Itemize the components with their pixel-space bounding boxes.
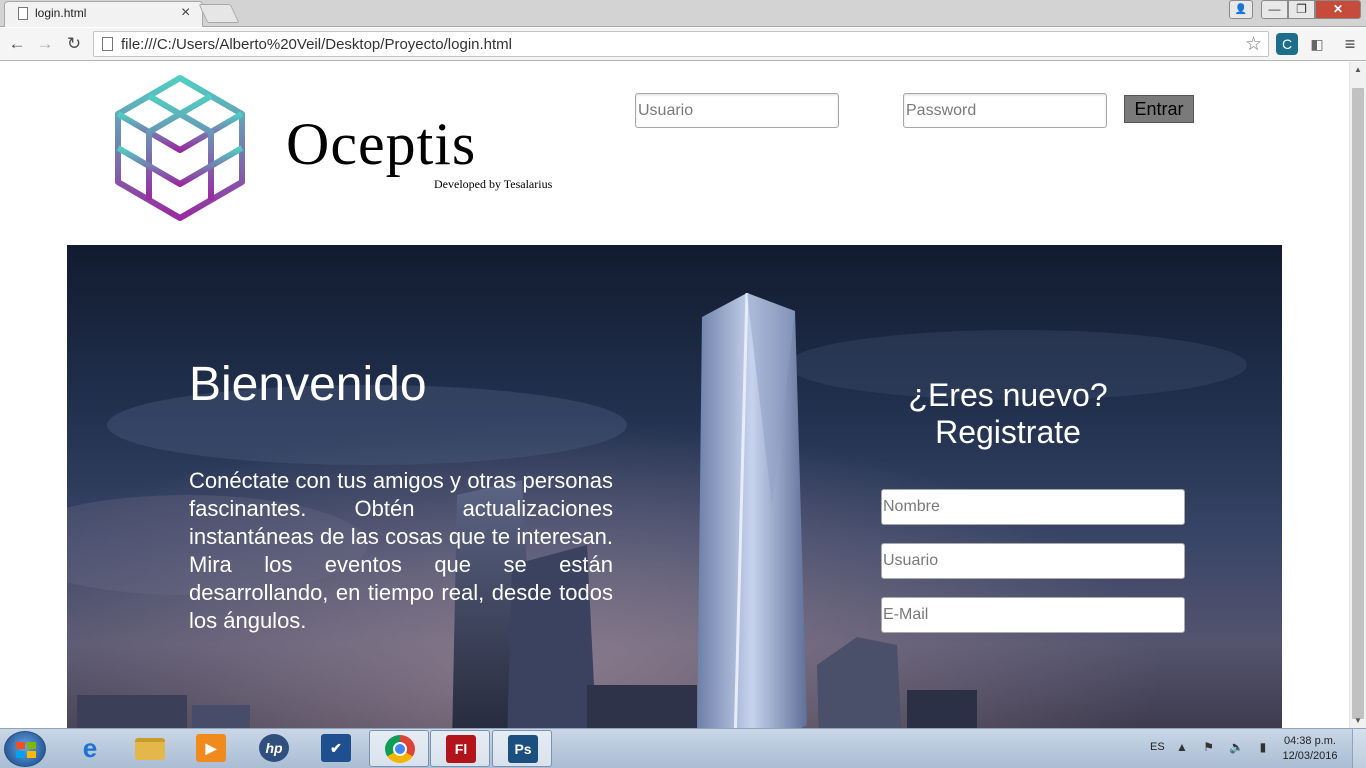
close-window-button[interactable]: ✕	[1315, 0, 1361, 19]
browser-menu-icon[interactable]: ≡	[1340, 32, 1360, 56]
screen: login.html × 👤 — ❐ ✕ ← → ↻ file:///C:/Us…	[0, 0, 1366, 768]
welcome-text: Conéctate con tus amigos y otras persona…	[189, 468, 613, 633]
extension-puzzle-icon[interactable]: ◧	[1307, 34, 1327, 54]
back-icon[interactable]: ←	[5, 33, 29, 55]
hero-banner: Bienvenido Conéctate con tus amigos y ot…	[67, 245, 1282, 728]
scroll-thumb[interactable]	[1352, 88, 1364, 719]
minimize-button[interactable]: —	[1261, 0, 1288, 19]
page-icon	[102, 37, 113, 51]
hp-icon: hp	[259, 734, 289, 762]
scroll-up-icon[interactable]: ▲	[1354, 65, 1362, 74]
register-email-input[interactable]	[881, 597, 1185, 633]
browser-tab-active[interactable]: login.html ×	[4, 1, 203, 27]
taskbar-app-button[interactable]	[120, 730, 180, 767]
page-icon	[18, 7, 28, 20]
page-scrollbar[interactable]: ▲ ▼	[1349, 62, 1366, 728]
start-button[interactable]	[4, 731, 46, 767]
clock-date: 12/03/2016	[1282, 750, 1338, 762]
oceptis-logo	[115, 75, 245, 221]
extension-icon[interactable]: C	[1276, 33, 1298, 55]
clock-time: 04:38 p.m.	[1284, 735, 1336, 747]
system-tray-icons[interactable]: ▲ ⚑ 🔈 ▮	[1176, 740, 1272, 754]
windows-taskbar: e ▶ hp ✔ Fl Ps ES ▲ ⚑ 🔈 ▮ 04:38 p.m. 12/03/20…	[0, 728, 1366, 768]
brand-name: Oceptis	[286, 111, 477, 177]
reload-icon[interactable]: ↻	[62, 33, 86, 55]
taskbar-app-button[interactable]: Ps	[492, 730, 552, 767]
new-tab-button[interactable]	[198, 4, 240, 23]
flash-icon: Fl	[446, 735, 476, 763]
url-text[interactable]: file:///C:/Users/Alberto%20Veil/Desktop/…	[121, 36, 512, 53]
page-viewport: Oceptis Developed by Tesalarius Entrar	[0, 62, 1349, 728]
taskbar-app-button[interactable]	[369, 730, 429, 767]
taskbar-clock[interactable]: 04:38 p.m. 12/03/2016	[1278, 734, 1342, 764]
maximize-button[interactable]: ❐	[1288, 0, 1315, 19]
windows-logo-icon	[16, 742, 36, 758]
browser-tabstrip: login.html × 👤 — ❐ ✕	[0, 0, 1366, 27]
taskbar-app-button[interactable]: Fl	[430, 730, 490, 767]
tab-title: login.html	[35, 6, 87, 20]
address-bar[interactable]: file:///C:/Users/Alberto%20Veil/Desktop/…	[93, 31, 1269, 57]
forward-icon[interactable]: →	[33, 33, 57, 55]
show-desktop-button[interactable]	[1352, 729, 1366, 768]
taskbar-app-button[interactable]: ✔	[306, 730, 366, 767]
register-title-line2: Registrate	[935, 414, 1081, 450]
scroll-down-icon[interactable]: ▼	[1354, 716, 1362, 725]
login-password-input[interactable]	[903, 93, 1107, 128]
browser-toolbar: ← → ↻ file:///C:/Users/Alberto%20Veil/De…	[0, 28, 1366, 61]
register-name-input[interactable]	[881, 489, 1185, 525]
internet-explorer-icon: e	[82, 733, 98, 763]
register-title: ¿Eres nuevo? Registrate	[875, 377, 1141, 451]
chrome-center-dot	[393, 742, 407, 756]
user-profile-icon[interactable]: 👤	[1229, 0, 1253, 19]
close-tab-icon[interactable]: ×	[181, 4, 190, 22]
chrome-icon	[385, 735, 415, 763]
media-player-icon: ▶	[196, 734, 226, 762]
photoshop-icon: Ps	[508, 735, 538, 763]
login-submit-button[interactable]: Entrar	[1124, 95, 1194, 123]
register-title-line1: ¿Eres nuevo?	[908, 377, 1108, 413]
taskbar-app-button[interactable]: e	[60, 730, 120, 767]
taskbar-app-button[interactable]: ▶	[181, 730, 241, 767]
check-app-icon: ✔	[321, 734, 351, 762]
taskbar-app-button[interactable]: hp	[244, 730, 304, 767]
welcome-title: Bienvenido	[189, 358, 427, 411]
bookmark-star-icon[interactable]: ☆	[1245, 33, 1262, 56]
file-explorer-icon	[135, 738, 165, 760]
login-username-input[interactable]	[635, 93, 839, 128]
brand-subtitle: Developed by Tesalarius	[434, 177, 553, 191]
register-username-input[interactable]	[881, 543, 1185, 579]
language-indicator[interactable]: ES	[1150, 741, 1165, 753]
